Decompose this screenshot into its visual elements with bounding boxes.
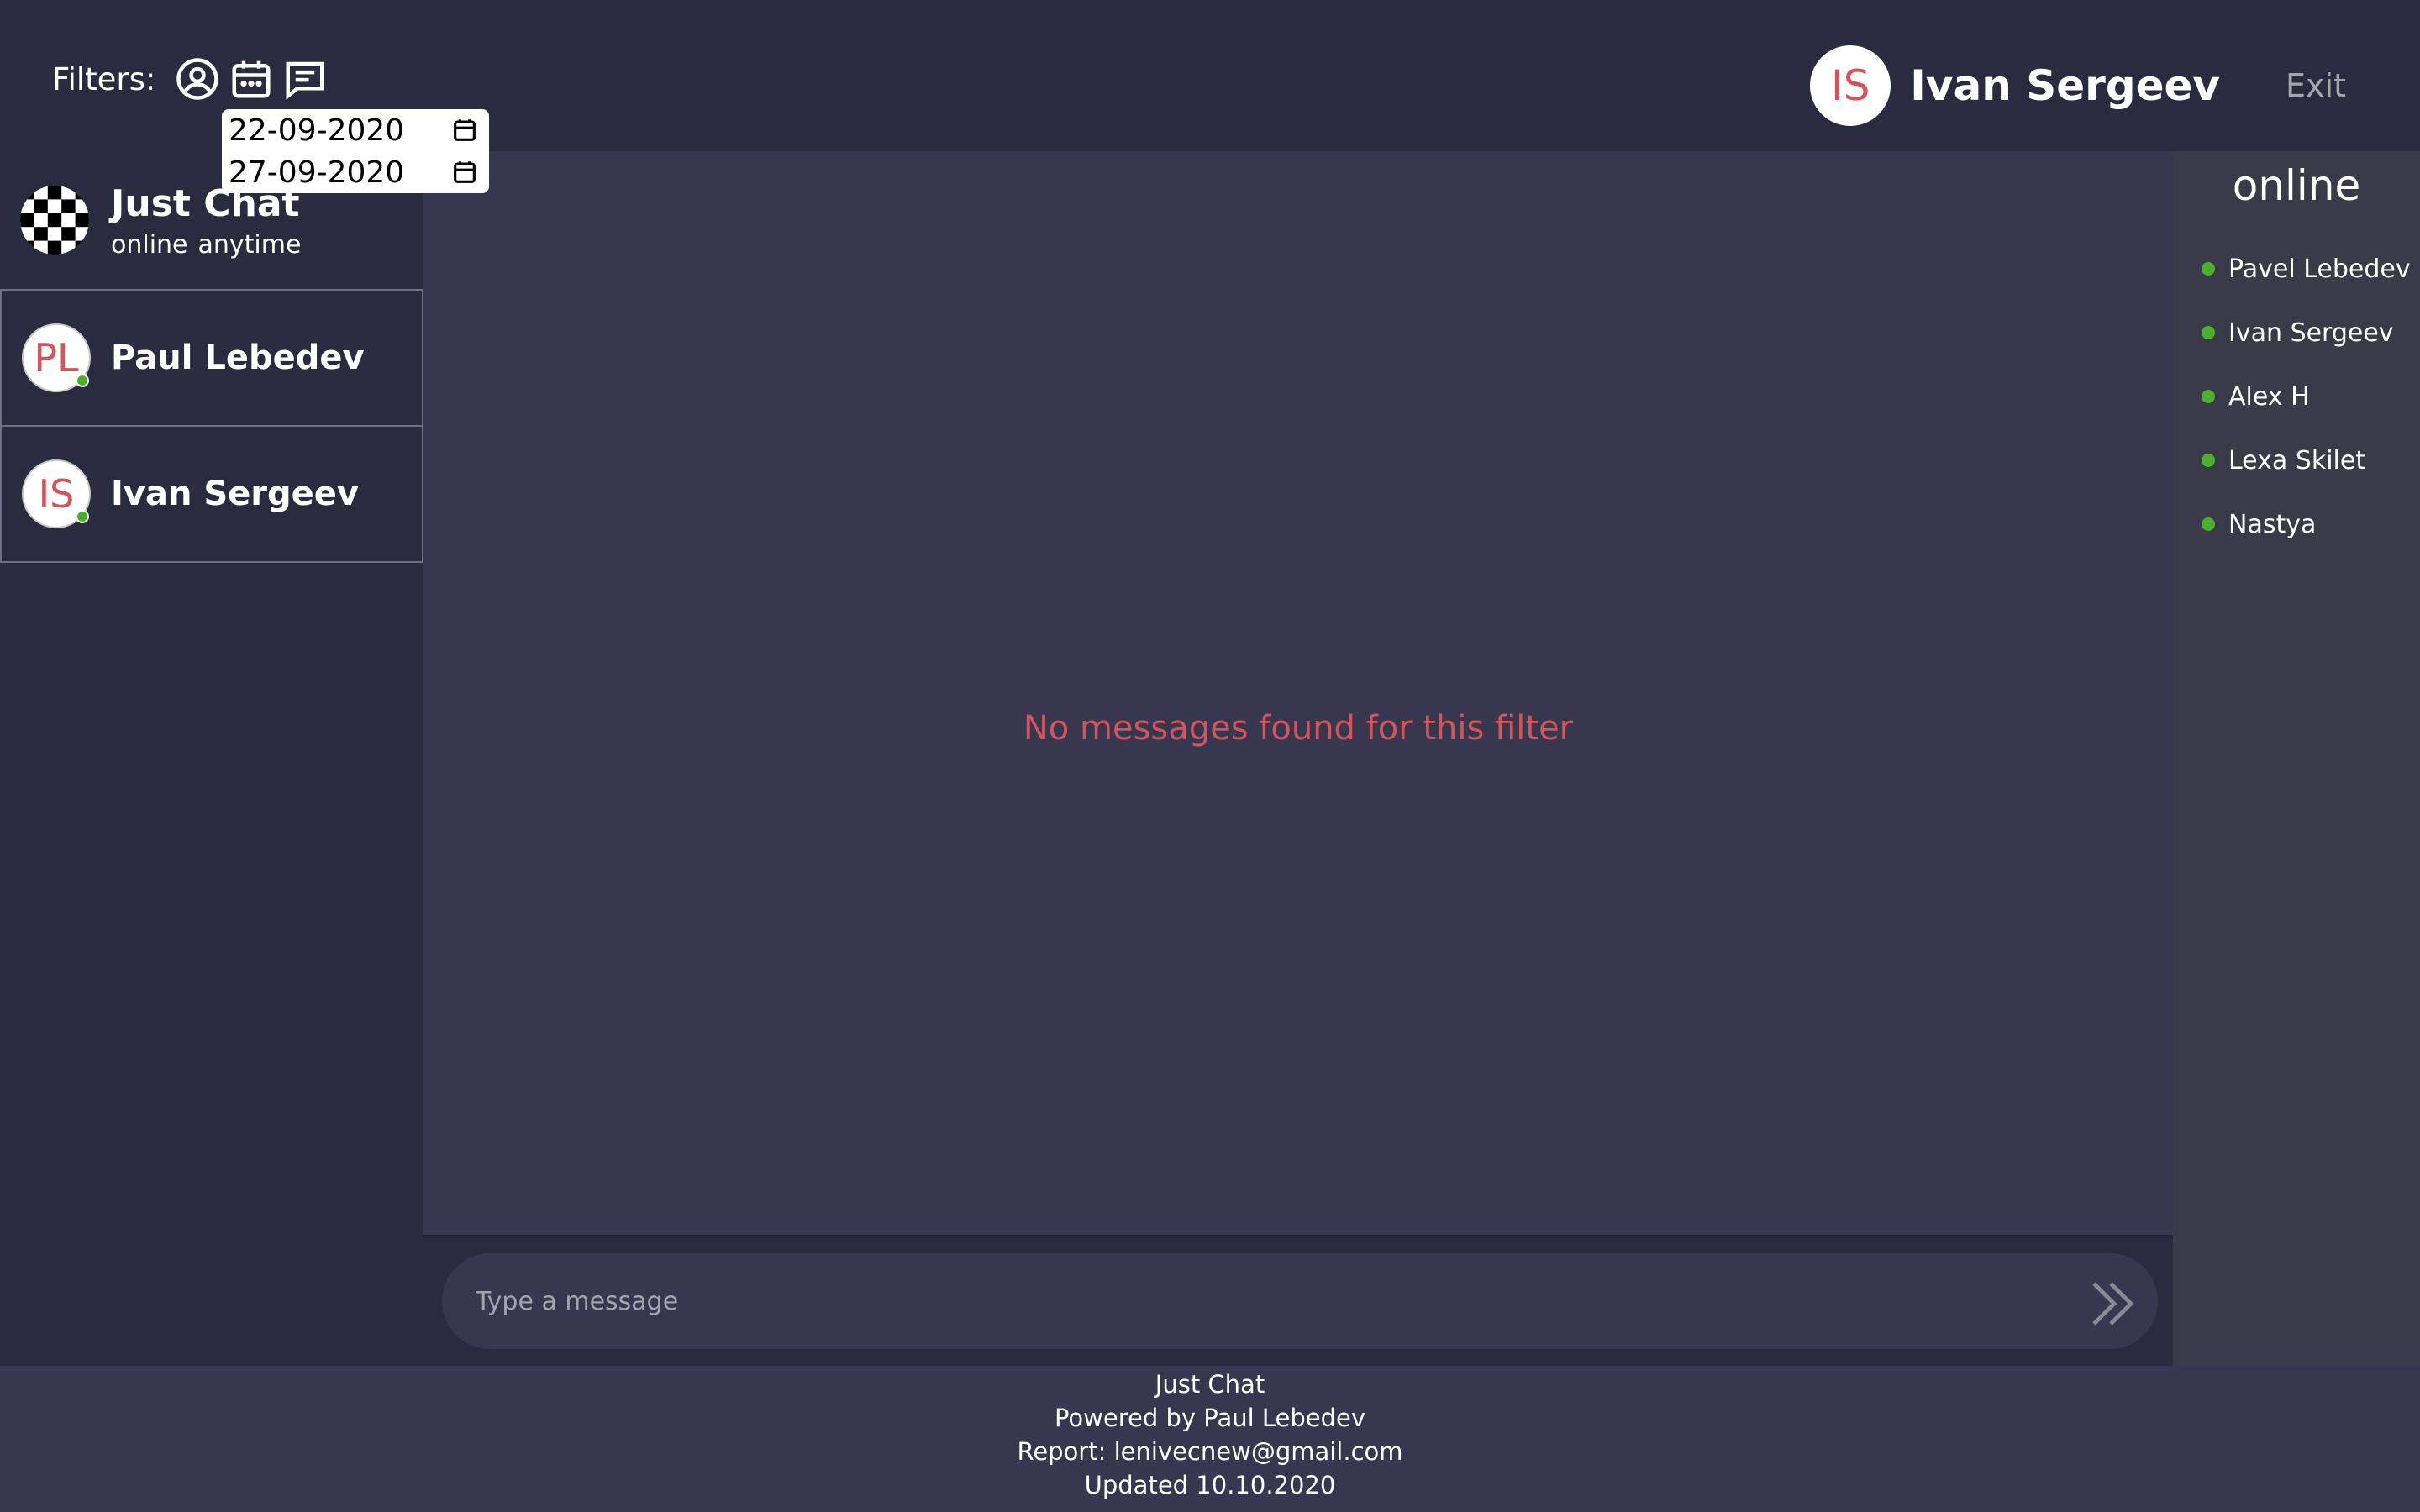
contact-name: Ivan Sergeev [111,475,359,513]
online-user[interactable]: Ivan Sergeev [2173,301,2420,365]
footer: Just Chat Powered by Paul Lebedev Report… [0,1366,2420,1512]
online-dot-icon [2202,262,2215,276]
date-from-field[interactable]: 22-09-2020 [222,109,489,151]
footer-app-name: Just Chat [1155,1370,1265,1399]
online-user[interactable]: Alex H [2173,365,2420,428]
online-indicator [76,510,89,523]
online-dot-icon [2202,517,2215,531]
online-user-name: Lexa Skilet [2228,445,2366,475]
online-title: online [2232,161,2361,210]
chat-status: online anytime [111,230,311,260]
calendar-icon[interactable] [450,116,479,144]
avatar-initials: PL [34,335,79,381]
message-input[interactable] [442,1253,2158,1349]
footer-report: Report: lenivecnew@gmail.com [1017,1437,1403,1466]
chat-status-anytime: anytime [197,229,302,260]
date-to-value: 27-09-2020 [229,155,405,190]
online-user-name: Pavel Lebedev [2228,254,2411,284]
avatar: PL [22,323,91,392]
user-name: Ivan Sergeev [1910,61,2221,110]
chat-status-online: online [111,229,188,260]
avatar: IS [22,459,91,528]
app: Filters: 22-09-2020 27-09-2020 IS Ivan S… [0,0,2420,1512]
avatar[interactable]: IS [1807,43,1894,129]
filters-label: Filters: [52,60,156,97]
footer-updated: Updated 10.10.2020 [1084,1471,1336,1499]
footer-powered-by: Powered by Paul Lebedev [1054,1404,1366,1432]
message-filter-icon[interactable] [281,55,329,102]
online-dot-icon [2202,326,2215,339]
message-area[interactable]: No messages found for this filter [424,151,2173,1235]
online-dot-icon [2202,390,2215,403]
contact-item[interactable]: IS Ivan Sergeev [0,427,424,563]
online-user[interactable]: Pavel Lebedev [2173,237,2420,301]
filters-bar: Filters: [52,55,335,102]
online-user[interactable]: Nastya [2173,492,2420,556]
avatar-initials: IS [38,471,75,517]
date-to-field[interactable]: 27-09-2020 [222,151,489,193]
sidebar: Just Chat online anytime PL Paul Lebedev … [0,151,424,1366]
online-user-name: Ivan Sergeev [2228,318,2394,348]
avatar-initials: IS [1831,61,1870,110]
chat-logo-icon [20,186,89,255]
date-from-value: 22-09-2020 [229,113,405,148]
online-users-list: Pavel Lebedev Ivan Sergeev Alex H Lexa S… [2173,237,2420,556]
header: Filters: 22-09-2020 27-09-2020 IS Ivan S… [0,0,2420,193]
online-user-name: Alex H [2228,381,2310,412]
online-panel: online Pavel Lebedev Ivan Sergeev Alex H… [2173,151,2420,1366]
online-dot-icon [2202,454,2215,467]
user-filter-icon[interactable] [174,55,221,102]
online-indicator [76,374,89,387]
send-icon[interactable] [2089,1280,2139,1327]
calendar-icon[interactable] [450,158,479,186]
empty-state-message: No messages found for this filter [1023,709,1574,748]
online-user-name: Nastya [2228,509,2317,539]
date-filter-icon[interactable] [228,55,275,102]
message-composer [424,1235,2173,1366]
date-range-picker: 22-09-2020 27-09-2020 [222,109,489,193]
exit-button[interactable]: Exit [2286,67,2346,104]
online-user[interactable]: Lexa Skilet [2173,428,2420,492]
contact-name: Paul Lebedev [111,339,365,377]
current-user: IS Ivan Sergeev Exit [1807,42,2420,129]
contact-item[interactable]: PL Paul Lebedev [0,289,424,427]
